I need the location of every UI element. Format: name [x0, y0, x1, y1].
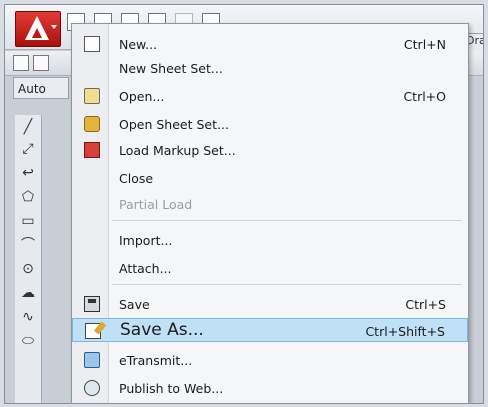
publish-web-icon: [84, 380, 100, 396]
menu-item-label: Save: [119, 297, 150, 312]
application-menu-button[interactable]: [15, 11, 61, 47]
open-sheet-set-icon: [84, 116, 100, 132]
circle-icon[interactable]: ⊙: [20, 261, 36, 277]
menu-item[interactable]: Publish to Web...: [72, 376, 468, 400]
workspace-tab[interactable]: Auto: [13, 77, 69, 99]
menu-item[interactable]: New... Ctrl+N: [72, 32, 468, 56]
menu-item[interactable]: Open Sheet Set...: [72, 112, 468, 136]
load-markup-icon: [84, 142, 100, 158]
menu-item[interactable]: Load Markup Set...: [72, 138, 468, 162]
menu-item[interactable]: Save Ctrl+S: [72, 292, 468, 316]
menu-item: Partial Load: [72, 192, 468, 216]
revision-cloud-icon[interactable]: ☁: [20, 285, 36, 301]
menu-item[interactable]: Import...: [72, 228, 468, 252]
menu-item[interactable]: Save As... Ctrl+Shift+S: [72, 318, 468, 342]
menu-item-label: Open...: [119, 89, 165, 104]
new-document-icon: [84, 36, 100, 52]
save-icon: [84, 296, 100, 312]
rectangle-icon[interactable]: ▭: [20, 213, 36, 229]
menu-item[interactable]: Attach...: [72, 256, 468, 280]
draw-toolbar: ╱ ⤢ ↩ ⬠ ▭ ⌒ ⊙ ☁ ∿ ⬭: [15, 115, 42, 403]
menu-item[interactable]: Open... Ctrl+O: [72, 84, 468, 108]
menu-item[interactable]: Close: [72, 166, 468, 190]
menu-item-label: Attach...: [119, 261, 172, 276]
construction-line-icon[interactable]: ⤢: [20, 141, 36, 157]
menu-item-label: New...: [119, 37, 158, 52]
menu-item[interactable]: eTransmit...: [72, 348, 468, 372]
menu-item-label: Load Markup Set...: [119, 143, 236, 158]
autocad-window: Dra Auto ╱ ⤢ ↩ ⬠ ▭ ⌒ ⊙ ☁ ∿ ⬭ New... Ctrl+…: [4, 4, 484, 404]
save-as-icon: [85, 323, 101, 339]
menu-item-shortcut: Ctrl+S: [405, 297, 446, 312]
etransmit-icon: [84, 352, 100, 368]
menu-item-shortcut: Ctrl+O: [403, 89, 446, 104]
menu-item-label: Publish to Web...: [119, 381, 224, 396]
spline-icon[interactable]: ∿: [20, 309, 36, 325]
ellipse-icon[interactable]: ⬭: [20, 333, 36, 349]
menu-item-shortcut: Ctrl+Shift+S: [365, 324, 445, 339]
menu-item-label: Close: [119, 171, 154, 186]
menu-item-label: Partial Load: [119, 197, 193, 212]
menu-item-label: eTransmit...: [119, 353, 193, 368]
line-icon[interactable]: ╱: [20, 119, 36, 135]
chevron-down-icon: [51, 25, 57, 29]
application-menu: New... Ctrl+N New Sheet Set... Open... Ctrl+…: [71, 23, 469, 403]
ribbon-doc-icon[interactable]: [33, 55, 49, 71]
menu-item-label: New Sheet Set...: [119, 61, 223, 76]
menu-item-label: Save As...: [120, 320, 204, 340]
arc-icon[interactable]: ⌒: [20, 237, 36, 253]
polyline-icon[interactable]: ↩: [20, 165, 36, 181]
menu-item-label: Import...: [119, 233, 173, 248]
menu-item[interactable]: New Sheet Set...: [72, 56, 468, 80]
menu-separator: [112, 220, 462, 221]
ribbon-doc-icon[interactable]: [13, 55, 29, 71]
polygon-icon[interactable]: ⬠: [20, 189, 36, 205]
menu-separator: [112, 284, 462, 285]
menu-item-label: Open Sheet Set...: [119, 117, 229, 132]
open-folder-icon: [84, 88, 100, 104]
menu-item-shortcut: Ctrl+N: [403, 37, 446, 52]
